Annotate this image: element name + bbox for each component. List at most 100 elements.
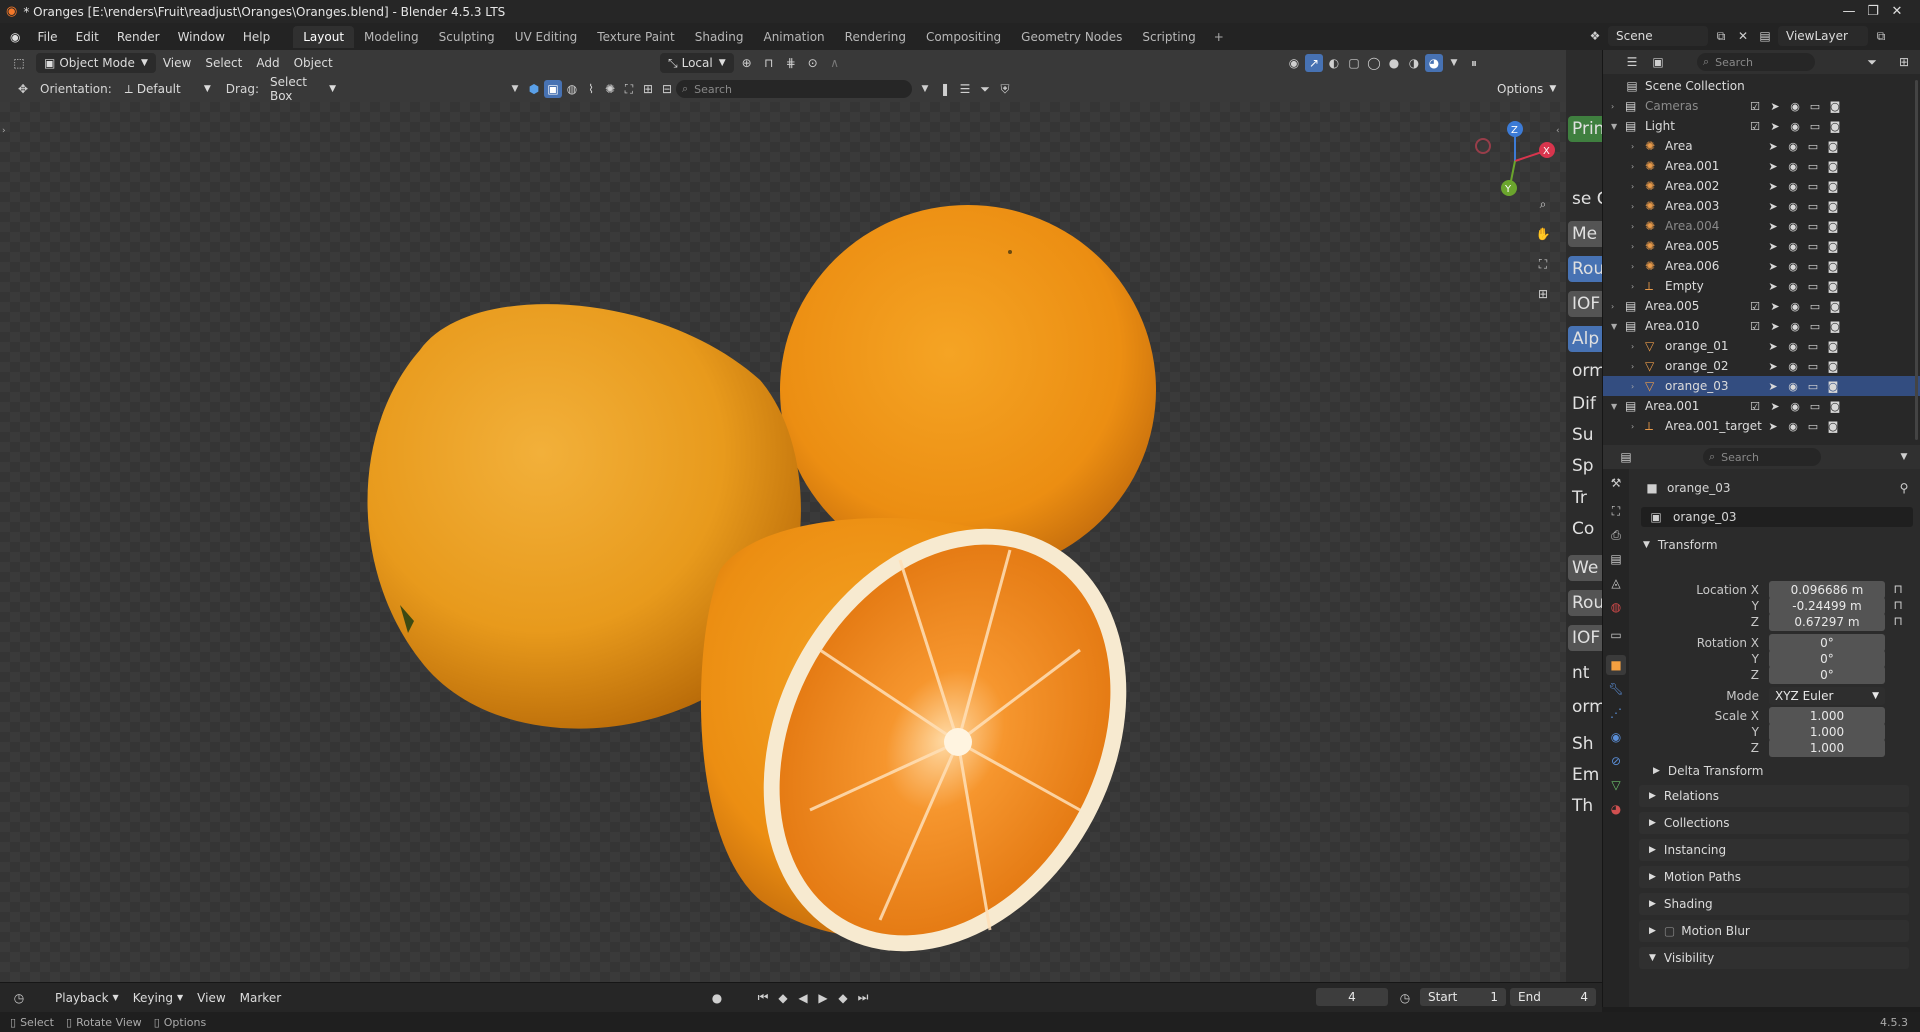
npanel-tab-11[interactable]: Co	[1568, 516, 1602, 542]
chevron-right-icon[interactable]: ›	[1611, 102, 1614, 111]
npanel-tab-14[interactable]: IOF	[1568, 625, 1602, 651]
new-scene-icon[interactable]: ⧉	[1712, 27, 1730, 45]
eye-icon[interactable]: ◉	[1785, 320, 1805, 333]
outliner-row[interactable]: ▼ ▤ Light ☑ ➤ ◉ ▭ ◙	[1603, 116, 1920, 136]
tab-uv-editing[interactable]: UV Editing	[505, 26, 588, 48]
rotation-mode-dropdown[interactable]: XYZ Euler ▼	[1769, 687, 1885, 705]
checkbox-icon[interactable]: ☑	[1745, 100, 1765, 113]
viewport-icon[interactable]: ▭	[1803, 140, 1823, 153]
properties-search-input[interactable]: ⌕ Search	[1703, 448, 1821, 466]
relations-panel[interactable]: ▶ Relations	[1639, 785, 1909, 807]
navigation-gizmo[interactable]: Z X Y	[1470, 116, 1560, 206]
viewport-icon[interactable]: ▭	[1803, 360, 1823, 373]
npanel-tab-6[interactable]: orma	[1568, 358, 1602, 384]
eye-icon[interactable]: ◉	[1783, 140, 1803, 153]
add-workspace-icon[interactable]: +	[1206, 30, 1232, 44]
chevron-down-icon[interactable]: ▼	[1895, 448, 1913, 466]
scale-z-field[interactable]: 1.000	[1769, 739, 1885, 757]
outliner-row[interactable]: › ✺ Area.006 ➤ ◉ ▭ ◙	[1603, 256, 1920, 276]
datablock-field[interactable]: ▣ orange_03	[1641, 507, 1913, 527]
npanel-tab-18[interactable]: Em	[1568, 762, 1602, 788]
viewport-icon[interactable]: ▭	[1803, 280, 1823, 293]
viewport-icon[interactable]: ▭	[1803, 160, 1823, 173]
eye-icon[interactable]: ◉	[1785, 120, 1805, 133]
outliner-row[interactable]: › ✺ Area.004 ➤ ◉ ▭ ◙	[1603, 216, 1920, 236]
outliner-row[interactable]: › ▽ orange_01 ➤ ◉ ▭ ◙	[1603, 336, 1920, 356]
tab-shading[interactable]: Shading	[685, 26, 754, 48]
eye-icon[interactable]: ◉	[1785, 300, 1805, 313]
next-keyframe-icon[interactable]: ◆	[834, 989, 852, 1007]
select-arrow-icon[interactable]: ➤	[1763, 240, 1783, 253]
outliner-row[interactable]: › ▤ Area.005 ☑ ➤ ◉ ▭ ◙	[1603, 296, 1920, 316]
tab-texture-paint[interactable]: Texture Paint	[587, 26, 684, 48]
play-reverse-icon[interactable]: ◀	[794, 989, 812, 1007]
pin-icon[interactable]: ⚲	[1895, 479, 1913, 497]
chevron-right-icon[interactable]: ›	[1631, 262, 1634, 271]
motion-blur-panel[interactable]: ▶ ▢ Motion Blur	[1639, 920, 1909, 942]
outliner-editor-type-icon[interactable]: ☰	[1623, 53, 1641, 71]
physics-tab-icon[interactable]: ◉	[1606, 727, 1626, 747]
viewport-icon[interactable]: ▭	[1803, 380, 1823, 393]
npanel-tab-19[interactable]: Th	[1568, 793, 1602, 819]
eye-icon[interactable]: ◉	[1785, 100, 1805, 113]
chevron-right-icon[interactable]: ›	[1631, 422, 1634, 431]
tab-modeling[interactable]: Modeling	[354, 26, 429, 48]
tab-animation[interactable]: Animation	[753, 26, 834, 48]
eye-icon[interactable]: ◉	[1783, 180, 1803, 193]
outliner-row[interactable]: › ⟂ Empty ➤ ◉ ▭ ◙	[1603, 276, 1920, 296]
viewport-icon[interactable]: ▭	[1805, 100, 1825, 113]
zoom-icon[interactable]: ⌕	[1533, 194, 1553, 214]
npanel-tab-10[interactable]: Tr	[1568, 485, 1602, 511]
current-frame-field[interactable]: 4	[1316, 988, 1388, 1006]
view-layer-icon[interactable]: ▤	[1756, 27, 1774, 45]
outliner-row[interactable]: › ✺ Area ➤ ◉ ▭ ◙	[1603, 136, 1920, 156]
camera-icon[interactable]: ◙	[1825, 120, 1845, 133]
npanel-tab-3[interactable]: Rou	[1568, 256, 1602, 282]
checkbox-icon[interactable]: ☑	[1745, 400, 1765, 413]
eye-icon[interactable]: ◉	[1783, 380, 1803, 393]
prev-keyframe-icon[interactable]: ◆	[774, 989, 792, 1007]
timeline-editor-type-icon[interactable]: ◷	[10, 989, 28, 1007]
timeline-keying-menu[interactable]: Keying ▼	[126, 988, 190, 1008]
rotation-z-field[interactable]: 0°	[1769, 666, 1885, 684]
outliner-row[interactable]: ▼ ▤ Area.010 ☑ ➤ ◉ ▭ ◙	[1603, 316, 1920, 336]
eye-icon[interactable]: ◉	[1785, 400, 1805, 413]
filter-icon[interactable]: ⏷	[1863, 53, 1881, 71]
npanel-tab-17[interactable]: Sh	[1568, 731, 1602, 757]
camera-icon[interactable]: ◙	[1823, 360, 1843, 373]
scene-collection-row[interactable]: ▤ Scene Collection	[1603, 76, 1920, 96]
eye-icon[interactable]: ◉	[1783, 220, 1803, 233]
close-window-button[interactable]: ✕	[1874, 0, 1920, 23]
npanel-tab-5[interactable]: Alp	[1568, 326, 1602, 352]
collections-panel[interactable]: ▶ Collections	[1639, 812, 1909, 834]
viewport-icon[interactable]: ▭	[1803, 240, 1823, 253]
camera-icon[interactable]: ◙	[1823, 160, 1843, 173]
select-arrow-icon[interactable]: ➤	[1763, 200, 1783, 213]
display-mode-icon[interactable]: ▣	[1649, 53, 1667, 71]
chevron-right-icon[interactable]: ›	[1631, 182, 1634, 191]
view-layer-tab-icon[interactable]: ▤	[1606, 549, 1626, 569]
toolbar-expand-icon[interactable]: ›	[2, 126, 6, 136]
tab-rendering[interactable]: Rendering	[835, 26, 916, 48]
select-arrow-icon[interactable]: ➤	[1763, 180, 1783, 193]
eye-icon[interactable]: ◉	[1783, 200, 1803, 213]
camera-icon[interactable]: ◙	[1825, 400, 1845, 413]
pan-hand-icon[interactable]: ✋	[1533, 224, 1553, 244]
camera-icon[interactable]: ◙	[1823, 140, 1843, 153]
camera-icon[interactable]: ◙	[1823, 240, 1843, 253]
world-tab-icon[interactable]: ◍	[1606, 597, 1626, 617]
tab-compositing[interactable]: Compositing	[916, 26, 1011, 48]
clock-icon[interactable]: ◷	[1396, 989, 1414, 1007]
select-arrow-icon[interactable]: ➤	[1763, 140, 1783, 153]
checkbox-icon[interactable]: ☑	[1745, 120, 1765, 133]
chevron-right-icon[interactable]: ›	[1631, 382, 1634, 391]
npanel-tab-2[interactable]: Me	[1568, 221, 1602, 247]
select-arrow-icon[interactable]: ➤	[1763, 360, 1783, 373]
new-view-layer-icon[interactable]: ⧉	[1872, 27, 1890, 45]
checkbox-icon[interactable]: ☑	[1745, 320, 1765, 333]
outliner-search-input[interactable]: ⌕ Search	[1697, 53, 1815, 71]
blender-menu-icon[interactable]: ◉	[0, 30, 28, 44]
viewport-icon[interactable]: ▭	[1803, 220, 1823, 233]
object-tab-icon[interactable]: ■	[1606, 655, 1626, 675]
outliner-row[interactable]: › ✺ Area.003 ➤ ◉ ▭ ◙	[1603, 196, 1920, 216]
